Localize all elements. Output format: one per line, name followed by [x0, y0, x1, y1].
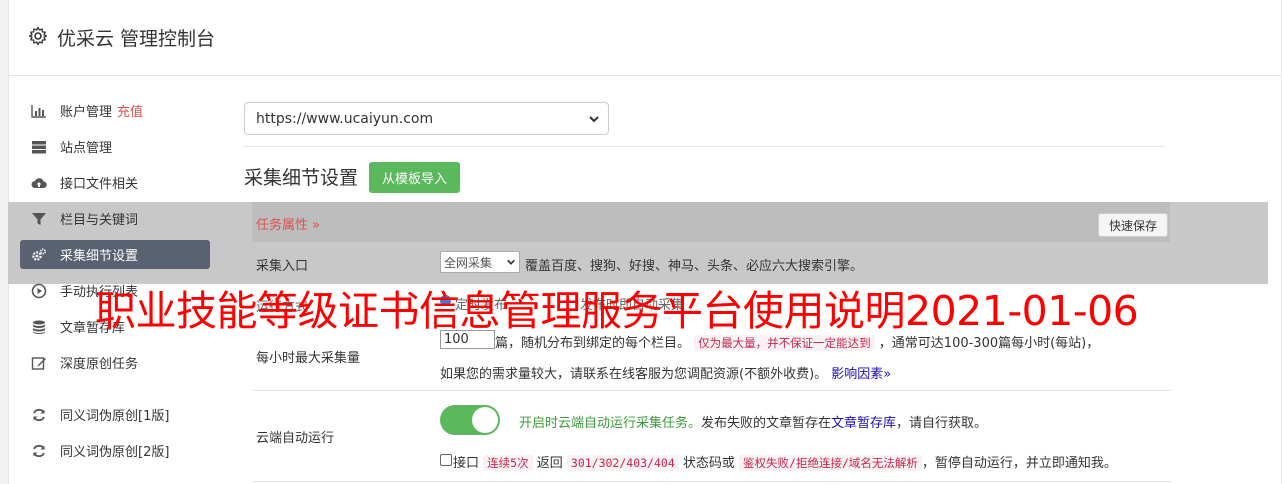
sidebar-item-label: 深度原创任务 — [60, 357, 139, 372]
overlay-title-text: 职业技能等级证书信息管理服务平台使用说明2021-01-06 — [95, 287, 1139, 335]
sidebar-item-sites[interactable]: 站点管理 — [20, 132, 210, 161]
cloud-run-label: 云端自动运行 — [256, 431, 335, 446]
sidebar-item-label: 站点管理 — [60, 141, 113, 156]
edit-icon — [31, 356, 46, 370]
text-return: 返回 — [536, 456, 563, 471]
max-collect-text3: 如果您的需求量较大，请联系在线客服为您调配资源(不额外收费)。 — [440, 367, 828, 382]
bar-chart-icon — [31, 104, 46, 118]
cloud-run-text-b: ，请自行获取。 — [896, 416, 988, 431]
collect-entry-select[interactable]: 全网采集 — [440, 251, 520, 273]
site-select-value: https://www.ucaiyun.com — [256, 110, 434, 127]
sidebar-item-label: 同义词伪原创[1版] — [60, 409, 170, 424]
cloud-run-toggle-text: 开启时云端自动运行采集任务。 — [519, 416, 702, 431]
sidebar-item-label: 栏目与关键词 — [60, 213, 139, 228]
collect-entry-select-value: 全网采集 — [444, 255, 493, 270]
text-pause: ，暂停自动运行，并立即通知我。 — [921, 456, 1117, 471]
article-storage-link[interactable]: 文章暂存库 — [831, 416, 896, 431]
server-icon — [32, 140, 46, 153]
page-title: 优采云 管理控制台 — [57, 28, 216, 50]
filter-icon — [32, 212, 46, 225]
max-collect-text1: 篇，随机分布到绑定的每个栏目。 — [495, 336, 691, 351]
gears-icon — [32, 247, 47, 261]
max-collect-text2: ，通常可达100-300篇每小时(每站)， — [878, 336, 1100, 351]
sidebar-item-synonym-v2[interactable]: 同义词伪原创[2版] — [20, 436, 210, 465]
main-content: https://www.ucaiyun.com 采集细节设置 从模板导入 — [244, 102, 1164, 193]
import-template-button[interactable]: 从模板导入 — [369, 162, 461, 193]
header: 优采云 管理控制台 — [9, 0, 1281, 76]
toggle-knob — [472, 407, 498, 433]
collect-entry-desc: 覆盖百度、搜狗、好搜、神马、头条、必应六大搜索引擎。 — [525, 259, 864, 274]
cloud-run-text-a: 发布失败的文章暂存在 — [701, 416, 832, 431]
chevron-down-icon — [507, 259, 515, 265]
tab-task-properties[interactable]: 任务属性 » — [256, 214, 320, 233]
section-title: 采集细节设置 — [244, 167, 359, 189]
divider — [252, 481, 1172, 482]
max-collect-label: 每小时最大采集量 — [256, 351, 361, 366]
chevron-down-icon — [589, 116, 599, 123]
collect-entry-label: 采集入口 — [256, 259, 309, 274]
interface-error-checkbox[interactable] — [440, 454, 452, 466]
influence-factors-link[interactable]: 影响因素» — [831, 367, 891, 382]
play-circle-icon — [31, 283, 47, 298]
sidebar-item-synonym-v1[interactable]: 同义词伪原创[1版] — [20, 400, 210, 429]
code-consecutive: 连续5次 — [483, 455, 533, 471]
refresh-icon — [33, 444, 45, 457]
refresh-icon — [33, 408, 45, 421]
sidebar-item-label: 账户管理 — [60, 105, 113, 120]
checkbox-label: 接口 — [453, 456, 480, 471]
cloud-upload-icon — [31, 177, 47, 188]
max-collect-note: 仅为最大量，并不保证一定能达到 — [694, 335, 875, 351]
sidebar-item-collect-settings[interactable]: 采集细节设置 — [20, 240, 210, 269]
text-status-or: 状态码或 — [682, 456, 735, 471]
cloud-run-toggle[interactable] — [440, 405, 500, 435]
tab-bar — [252, 202, 1170, 242]
gear-icon — [28, 26, 48, 46]
database-icon — [33, 320, 45, 334]
recharge-link[interactable]: 充值 — [117, 101, 143, 120]
sidebar-item-label: 同义词伪原创[2版] — [60, 445, 170, 460]
sidebar-item-label: 接口文件相关 — [60, 177, 139, 192]
code-status: 301/302/403/404 — [566, 455, 679, 471]
code-auth-fail: 鉴权失败/拒绝连接/域名无法解析 — [739, 455, 922, 471]
sidebar-item-deep-original[interactable]: 深度原创任务 — [20, 348, 210, 377]
site-select[interactable]: https://www.ucaiyun.com — [244, 102, 609, 135]
divider — [252, 390, 1172, 391]
quick-save-button[interactable]: 快速保存 — [1098, 213, 1169, 237]
sidebar-item-columns-keywords[interactable]: 栏目与关键词 — [20, 204, 210, 233]
sidebar-item-account[interactable]: 账户管理 充值 — [20, 96, 210, 125]
sidebar-item-interface-files[interactable]: 接口文件相关 — [20, 168, 210, 197]
sidebar-item-label: 采集细节设置 — [60, 249, 139, 264]
divider — [244, 146, 1164, 147]
